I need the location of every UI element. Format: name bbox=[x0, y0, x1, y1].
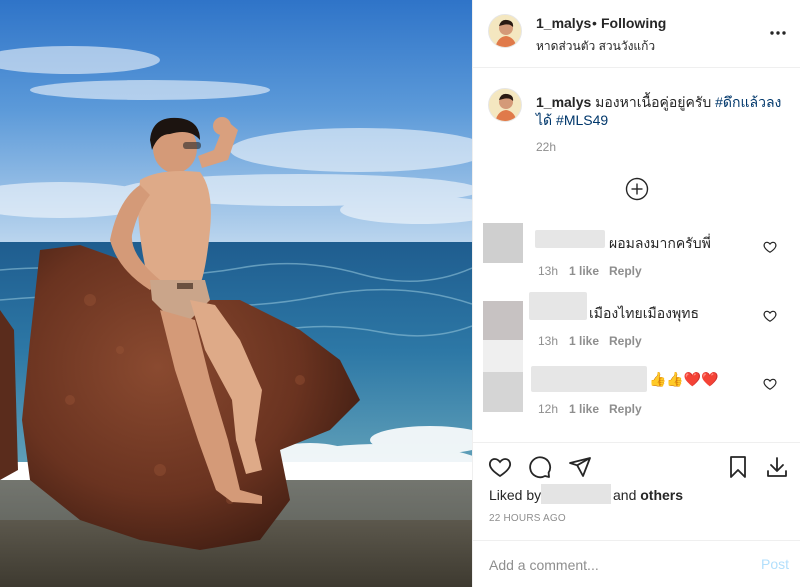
caption-timestamp: 22h bbox=[536, 140, 557, 154]
comment-avatar[interactable] bbox=[483, 301, 523, 341]
share-icon[interactable] bbox=[568, 455, 592, 479]
post-timestamp: 22 HOURS AGO bbox=[489, 513, 566, 524]
comment-text: เมืองไทยเมืองพุทธ bbox=[589, 305, 699, 321]
caption-avatar[interactable] bbox=[488, 88, 522, 122]
comment-time: 13h bbox=[538, 334, 559, 348]
blurred-liker-name bbox=[541, 484, 611, 504]
heart-icon[interactable] bbox=[763, 240, 777, 254]
comment-avatar-placeholder bbox=[483, 340, 523, 372]
comment-likes[interactable]: 1 like bbox=[569, 334, 599, 348]
comment-avatar[interactable] bbox=[483, 223, 523, 263]
liked-by-others[interactable]: and others bbox=[613, 487, 683, 503]
post-header: 1_malys • Following หาดส่วนตัว สวนวังแก้… bbox=[473, 0, 800, 68]
hashtag-link[interactable]: #MLS49 bbox=[556, 112, 608, 128]
comment-likes[interactable]: 1 like bbox=[569, 402, 599, 416]
comment-text: 👍👍❤️❤️ bbox=[649, 371, 719, 387]
reply-button[interactable]: Reply bbox=[609, 334, 642, 348]
liked-by-label: Liked by bbox=[489, 487, 542, 503]
beach-photo bbox=[0, 0, 472, 587]
reply-button[interactable]: Reply bbox=[609, 264, 642, 278]
post-sidebar: 1_malys • Following หาดส่วนตัว สวนวังแก้… bbox=[472, 0, 800, 587]
blurred-username bbox=[529, 292, 587, 320]
separator-dot: • bbox=[592, 15, 597, 31]
post-button[interactable]: Post bbox=[761, 556, 789, 572]
comment-time: 12h bbox=[538, 402, 559, 416]
download-icon[interactable] bbox=[765, 455, 789, 479]
comment-avatar[interactable] bbox=[483, 372, 523, 412]
reply-button[interactable]: Reply bbox=[609, 402, 642, 416]
comment-input[interactable] bbox=[489, 555, 729, 575]
caption-username[interactable]: 1_malys bbox=[536, 94, 591, 110]
caption: 1_malys มองหาเนื้อคู่อยู่ครับ #ดึกแล้วลง… bbox=[536, 93, 786, 129]
bookmark-icon[interactable] bbox=[726, 455, 750, 479]
heart-icon[interactable] bbox=[763, 377, 777, 391]
add-comment-bar: Post bbox=[473, 540, 800, 587]
others-link[interactable]: others bbox=[640, 487, 683, 503]
action-bar: Liked by and others 22 HOURS AGO Post bbox=[473, 442, 800, 587]
comment-time: 13h bbox=[538, 264, 559, 278]
following-button[interactable]: Following bbox=[601, 15, 666, 31]
caption-text: มองหาเนื้อคู่อยู่ครับ bbox=[595, 94, 712, 110]
post-photo[interactable] bbox=[0, 0, 472, 587]
comment-text: ผอมลงมากครับพี่ bbox=[609, 235, 711, 251]
heart-icon[interactable] bbox=[488, 455, 512, 479]
blurred-username bbox=[535, 230, 605, 248]
liked-and: and bbox=[613, 487, 637, 503]
comment-likes[interactable]: 1 like bbox=[569, 264, 599, 278]
comment-icon[interactable] bbox=[528, 455, 552, 479]
blurred-username bbox=[531, 366, 647, 392]
heart-icon[interactable] bbox=[763, 309, 777, 323]
username-link[interactable]: 1_malys bbox=[536, 15, 591, 31]
more-horizontal-icon[interactable] bbox=[769, 24, 787, 42]
location-link[interactable]: หาดส่วนตัว สวนวังแก้ว bbox=[536, 37, 655, 56]
avatar[interactable] bbox=[488, 14, 522, 48]
plus-circle-icon[interactable] bbox=[625, 177, 649, 201]
